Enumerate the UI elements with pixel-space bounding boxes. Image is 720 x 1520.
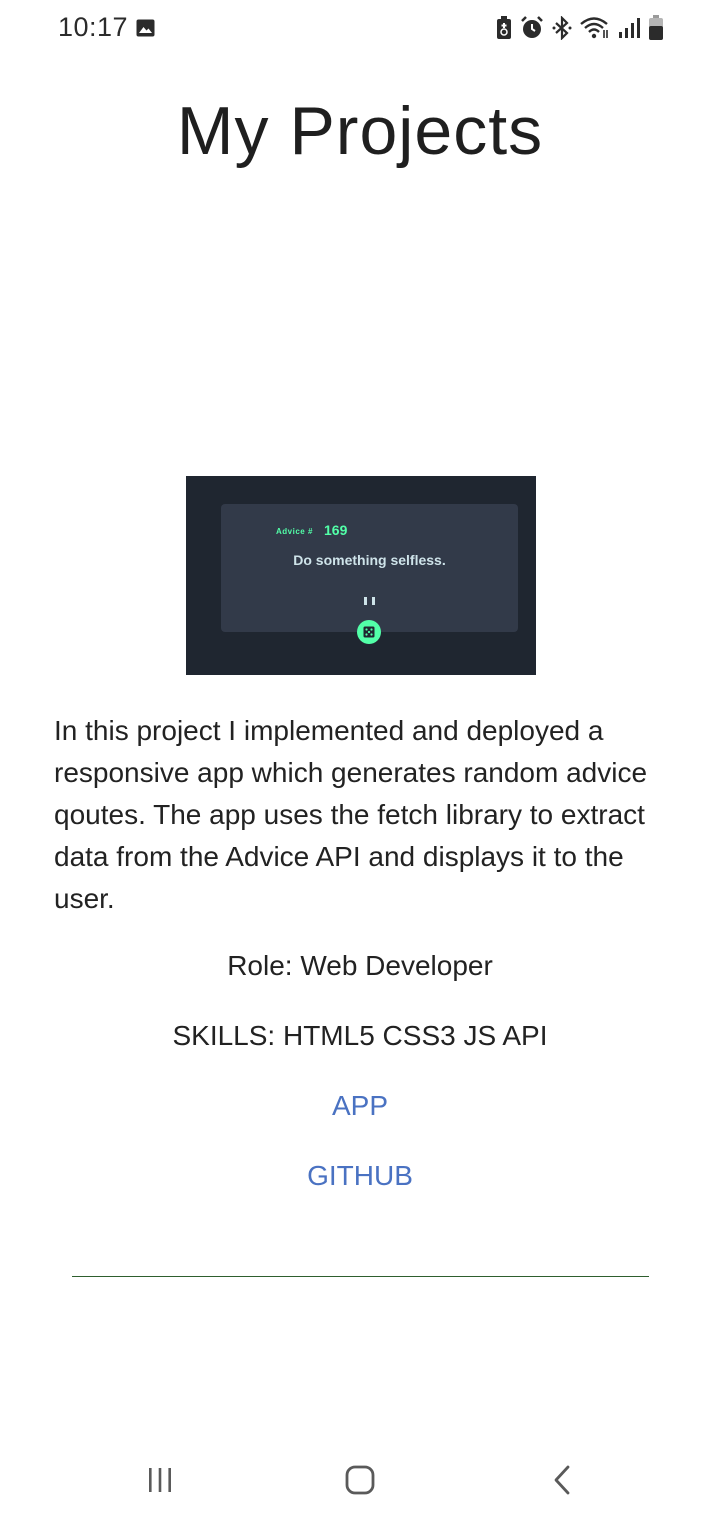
back-button[interactable]: [532, 1460, 592, 1500]
page-title: My Projects: [176, 93, 544, 169]
dice-icon: [357, 620, 381, 644]
gallery-icon: [136, 19, 155, 37]
project-skills: SKILLS: HTML5 CSS3 JS API: [172, 1020, 548, 1051]
home-button[interactable]: [330, 1460, 390, 1500]
project-preview-image: Advice # 169 Do something selfless.: [186, 476, 536, 675]
app-link[interactable]: APP: [332, 1090, 388, 1121]
status-bar: 10:17: [0, 0, 720, 56]
screen: 10:17 My Projects Advice # 169 Do someth…: [0, 0, 720, 1520]
github-link[interactable]: GITHUB: [307, 1160, 413, 1191]
status-time: 10:17: [58, 12, 129, 42]
battery-icon: [649, 15, 663, 40]
battery-saver-icon: [497, 16, 511, 39]
bluetooth-icon: [552, 16, 572, 40]
app-link-row: APP: [0, 1090, 720, 1122]
back-icon: [554, 1465, 570, 1495]
preview-pause-divider: [364, 597, 375, 605]
section-divider: [72, 1276, 649, 1277]
github-link-row: GITHUB: [0, 1160, 720, 1192]
status-icons: [496, 14, 664, 42]
wifi-icon: [580, 17, 608, 39]
navigation-bar: [0, 1440, 720, 1520]
project-description: In this project I implemented and deploy…: [54, 715, 648, 914]
preview-quote: Do something selfless.: [293, 552, 446, 568]
signal-icon: [619, 18, 640, 38]
recents-button[interactable]: [130, 1460, 190, 1500]
recents-icon: [149, 1468, 171, 1492]
project-role: Role: Web Developer: [227, 950, 493, 981]
home-icon: [345, 1465, 375, 1495]
preview-advice-card: Advice # 169 Do something selfless.: [221, 504, 518, 632]
preview-advice-label: Advice #: [276, 527, 313, 536]
alarm-icon: [521, 16, 543, 38]
preview-advice-number: 169: [324, 522, 348, 538]
